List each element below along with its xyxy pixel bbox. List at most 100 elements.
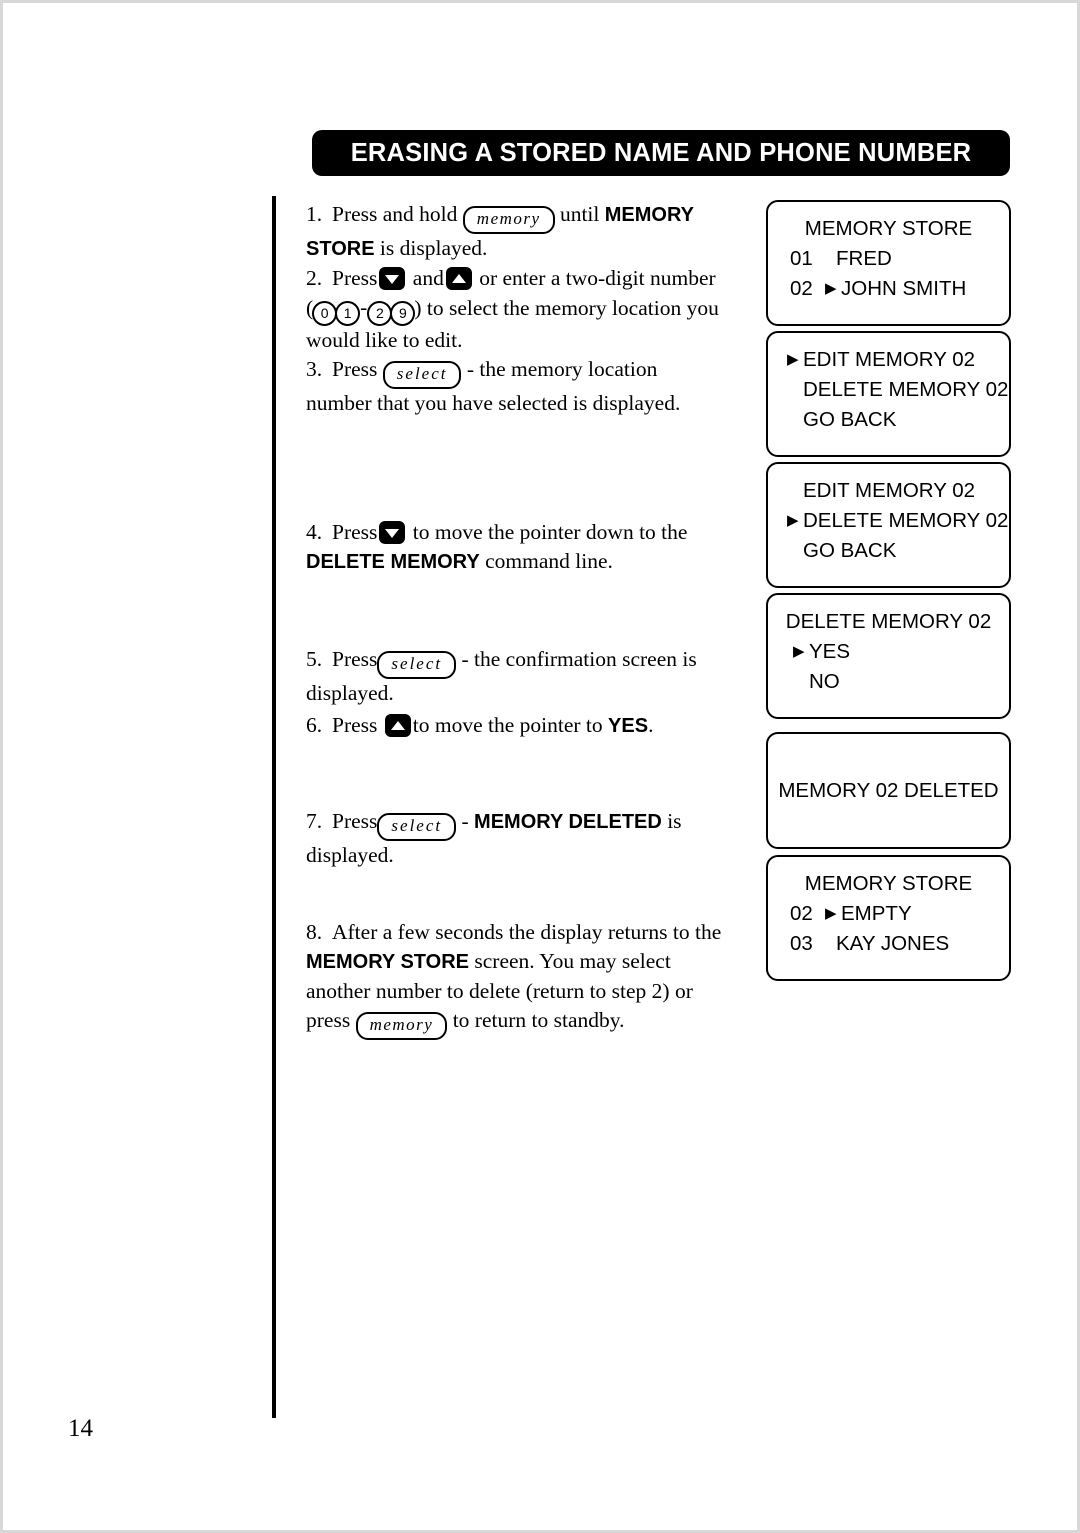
lcd-line: EDIT MEMORY 02 bbox=[768, 476, 1009, 506]
step-3-text-a: Press bbox=[332, 357, 378, 381]
step-7-text-b: is bbox=[667, 809, 682, 833]
lcd-line-text: DELETE MEMORY 02 bbox=[803, 378, 1009, 401]
section-title-bar: ERASING A STORED NAME AND PHONE NUMBER bbox=[312, 130, 1010, 176]
step-1-text-b: until bbox=[559, 202, 600, 226]
step-7-text-c: displayed. bbox=[306, 843, 394, 867]
step-2-text-d: ) to select the bbox=[414, 296, 530, 320]
page-edge-left bbox=[0, 0, 3, 1533]
step-2-text-a: Press bbox=[332, 266, 378, 290]
lcd-line-text: EMPTY bbox=[841, 902, 912, 925]
step-6-text-a: Press bbox=[332, 713, 378, 737]
lcd-line: GO BACK bbox=[768, 405, 1009, 435]
select-key-7[interactable]: select bbox=[377, 813, 457, 841]
lcd-line-index: 01 bbox=[790, 247, 813, 270]
down-arrow-icon-step2[interactable] bbox=[379, 267, 406, 290]
step-3-text-c: number that you have selected is display… bbox=[306, 391, 681, 415]
step-1-bold-memory: MEMORY bbox=[604, 204, 694, 226]
step-3: 3. Press select - the memory location nu… bbox=[306, 355, 726, 418]
step-3-number: 3. bbox=[306, 357, 323, 381]
vertical-divider bbox=[272, 196, 276, 1418]
lcd-line-text: EDIT MEMORY 02 bbox=[803, 348, 976, 371]
lcd-screen-delete-memory-selected: EDIT MEMORY 02 ▶ DELETE MEMORY 02 GO BAC… bbox=[766, 462, 1011, 588]
lcd-line: 01 FRED bbox=[768, 244, 1009, 274]
lcd-line: DELETE MEMORY 02 bbox=[768, 607, 1009, 637]
step-7: 7. Press select - MEMORY DELETED is displ… bbox=[306, 807, 726, 870]
memory-key-8[interactable]: memory bbox=[355, 1012, 448, 1040]
step-5-text-a: Press bbox=[332, 647, 378, 671]
step-6-body: Press to move the pointer to YES. bbox=[332, 713, 653, 737]
step-7-number: 7. bbox=[306, 809, 323, 833]
step-2-body: Press and or enter a two-digit number (0… bbox=[306, 266, 719, 352]
digit-1: 1 bbox=[335, 301, 361, 326]
lcd-line-text: MEMORY STORE bbox=[804, 217, 973, 240]
step-3-body: Press select - the memory location numbe… bbox=[306, 357, 680, 415]
step-5: 5. Press select - the confirmation screen… bbox=[306, 645, 726, 708]
step-6-text-b: to move the pointer to bbox=[412, 713, 603, 737]
lcd-line-text: MEMORY 02 DELETED bbox=[778, 779, 999, 802]
step-8-bold-memory-store: MEMORY STORE bbox=[306, 951, 469, 973]
lcd-screen-memory-store-initial: MEMORY STORE 01 FRED 02 ▶ JOHN SMITH bbox=[766, 200, 1011, 326]
lcd-line-text: DELETE MEMORY 02 bbox=[803, 509, 1009, 532]
page-edge-top bbox=[0, 0, 1080, 3]
lcd-screen-memory-store-after: MEMORY STORE 02 ▶ EMPTY 03 KAY JONES bbox=[766, 855, 1011, 981]
step-6-period: . bbox=[648, 713, 654, 737]
step-8: 8. After a few seconds the display retur… bbox=[306, 918, 726, 1040]
step-2-text-and: and bbox=[412, 266, 444, 290]
step-8-text-a: After a few seconds the display returns … bbox=[332, 920, 722, 944]
lcd-line-text: JOHN SMITH bbox=[841, 277, 967, 300]
select-key-3[interactable]: select bbox=[382, 361, 462, 389]
up-arrow-icon-step2[interactable] bbox=[445, 267, 472, 290]
step-2: 2. Press and or enter a two-digit number… bbox=[306, 264, 726, 355]
step-6-number: 6. bbox=[306, 713, 323, 737]
down-arrow-icon-step4[interactable] bbox=[379, 521, 406, 544]
step-1-text-c: is displayed. bbox=[379, 236, 488, 260]
lcd-line: GO BACK bbox=[768, 536, 1009, 566]
step-4-bold-delete-memory: DELETE MEMORY bbox=[306, 551, 480, 573]
memory-key-1[interactable]: memory bbox=[462, 206, 555, 234]
up-arrow-icon-step6[interactable] bbox=[384, 714, 411, 737]
lcd-line-text: GO BACK bbox=[803, 539, 897, 562]
step-8-body: After a few seconds the display returns … bbox=[306, 920, 722, 1040]
step-1-bold-store: STORE bbox=[306, 238, 375, 260]
lcd-line-text: FRED bbox=[836, 247, 892, 270]
step-3-text-b: - the memory location bbox=[466, 357, 658, 381]
lcd-line-text: YES bbox=[809, 640, 851, 663]
step-1-body: Press and hold memory until MEMORY STORE… bbox=[306, 202, 694, 260]
pointer-icon: ▶ bbox=[787, 351, 799, 368]
lcd-line-text: KAY JONES bbox=[836, 932, 950, 955]
lcd-line-text: NO bbox=[809, 670, 840, 693]
lcd-line-text: EDIT MEMORY 02 bbox=[803, 479, 976, 502]
step-1: 1. Press and hold memory until MEMORY ST… bbox=[306, 200, 726, 264]
manual-page: ERASING A STORED NAME AND PHONE NUMBER 1… bbox=[0, 0, 1080, 1533]
step-7-text-a: Press bbox=[332, 809, 378, 833]
step-1-number: 1. bbox=[306, 202, 323, 226]
pointer-icon: ▶ bbox=[825, 905, 837, 922]
lcd-line-text: MEMORY STORE bbox=[804, 872, 973, 895]
step-4-text-b: to move the pointer down to the bbox=[412, 520, 688, 544]
lcd-line-text: GO BACK bbox=[803, 408, 897, 431]
instruction-list: 1. Press and hold memory until MEMORY ST… bbox=[306, 200, 726, 1040]
step-4-number: 4. bbox=[306, 520, 323, 544]
step-5-number: 5. bbox=[306, 647, 323, 671]
step-1-text-a: Press and hold bbox=[332, 202, 458, 226]
step-2-number: 2. bbox=[306, 266, 323, 290]
step-4: 4. Press to move the pointer down to the… bbox=[306, 518, 726, 577]
step-5-text-b: - the confirmation bbox=[461, 647, 617, 671]
step-2-text-b: or enter a two-digit bbox=[479, 266, 645, 290]
select-key-5[interactable]: select bbox=[377, 651, 457, 679]
pointer-icon: ▶ bbox=[787, 512, 799, 529]
step-7-bold-memory-deleted: MEMORY DELETED bbox=[474, 811, 662, 833]
page-number: 14 bbox=[68, 1415, 93, 1442]
lcd-line: 02 ▶ JOHN SMITH bbox=[768, 274, 1009, 304]
step-8-text-c: another number to delete (return to step… bbox=[306, 979, 670, 1003]
lcd-line: DELETE MEMORY 02 bbox=[768, 375, 1009, 405]
lcd-screen-memory-deleted: MEMORY 02 DELETED bbox=[766, 732, 1011, 849]
step-4-body: Press to move the pointer down to the DE… bbox=[306, 520, 687, 573]
step-7-body: Press select - MEMORY DELETED is displaye… bbox=[306, 809, 682, 867]
lcd-line: ▶ DELETE MEMORY 02 bbox=[768, 506, 1009, 536]
pointer-icon: ▶ bbox=[793, 643, 805, 660]
lcd-line-index: 02 bbox=[790, 277, 813, 300]
lcd-line-index: 02 bbox=[790, 902, 813, 925]
digit-0: 0 bbox=[312, 301, 338, 326]
lcd-line: ▶ YES bbox=[768, 637, 1009, 667]
